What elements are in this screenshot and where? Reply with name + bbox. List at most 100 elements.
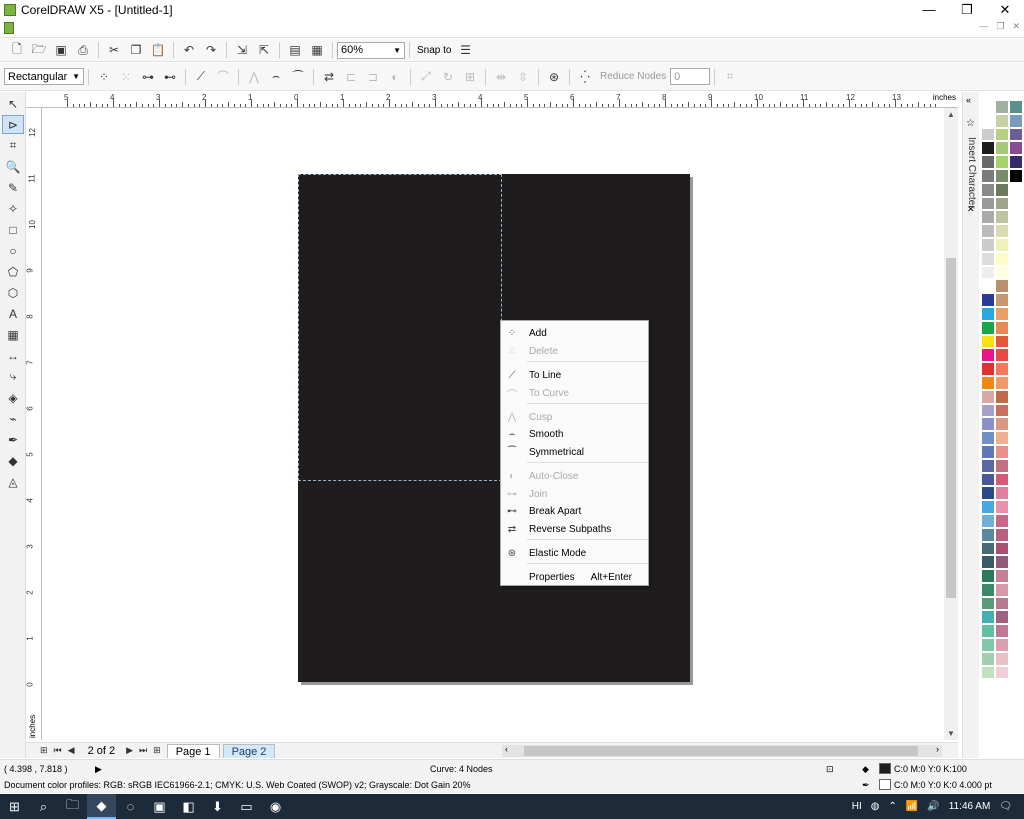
doc-close-button[interactable]: ✕ xyxy=(1012,21,1020,32)
scroll-up-icon[interactable]: ▲ xyxy=(947,110,955,119)
palette-swatch[interactable] xyxy=(1009,472,1023,487)
extend-curve-icon[interactable]: ⊏ xyxy=(341,68,361,86)
palette-swatch[interactable] xyxy=(995,375,1009,390)
palette-swatch[interactable] xyxy=(981,569,995,583)
palette-swatch[interactable] xyxy=(981,527,995,542)
palette-swatch[interactable] xyxy=(995,569,1009,583)
palette-swatch[interactable] xyxy=(995,582,1009,597)
basic-shapes-tool-icon[interactable]: ⬡ xyxy=(2,283,24,302)
prev-page-icon[interactable]: ◀ xyxy=(68,745,75,756)
crop-tool-icon[interactable]: ⌗ xyxy=(2,136,24,155)
curve-smoothness-field[interactable]: 0 xyxy=(670,68,711,85)
cusp-node-icon[interactable]: ⋀ xyxy=(244,68,264,86)
redo-icon[interactable]: ↷ xyxy=(201,41,221,59)
first-page-icon[interactable]: ⏮ xyxy=(54,745,62,756)
save-icon[interactable]: ▣ xyxy=(51,41,71,59)
palette-swatch[interactable] xyxy=(995,334,1009,349)
new-document-icon[interactable]: 🗋 xyxy=(7,41,27,59)
volume-icon[interactable]: 🔊 xyxy=(927,801,939,812)
palette-swatch[interactable] xyxy=(1009,444,1023,459)
search-icon[interactable]: ⌕ xyxy=(29,794,58,819)
palette-swatch[interactable] xyxy=(995,610,1009,625)
palette-swatch[interactable] xyxy=(995,196,1009,211)
palette-swatch[interactable] xyxy=(981,389,995,404)
palette-swatch[interactable] xyxy=(1009,362,1023,376)
palette-swatch[interactable] xyxy=(981,237,995,252)
palette-swatch[interactable] xyxy=(981,196,995,211)
palette-swatch[interactable] xyxy=(1009,582,1023,597)
palette-swatch[interactable] xyxy=(981,141,995,156)
dimension-tool-icon[interactable]: ↔ xyxy=(2,346,24,365)
palette-swatch[interactable] xyxy=(981,431,995,445)
palette-swatch[interactable] xyxy=(981,444,995,459)
palette-swatch[interactable] xyxy=(981,375,995,390)
ellipse-tool-icon[interactable]: ○ xyxy=(2,241,24,260)
outline-color-swatch[interactable] xyxy=(879,779,891,790)
selected-curve-outline[interactable] xyxy=(298,174,502,481)
palette-swatch[interactable] xyxy=(995,141,1009,156)
palette-swatch[interactable] xyxy=(1009,224,1023,238)
palette-swatch[interactable] xyxy=(995,320,1009,335)
palette-swatch[interactable] xyxy=(981,224,995,238)
snap-to-button[interactable]: Snap to xyxy=(417,45,451,56)
palette-swatch[interactable] xyxy=(995,444,1009,459)
palette-swatch[interactable] xyxy=(981,472,995,487)
palette-swatch[interactable] xyxy=(981,486,995,501)
palette-swatch[interactable] xyxy=(995,458,1009,473)
options-icon[interactable]: ☰ xyxy=(455,41,475,59)
horizontal-scroll-thumb[interactable] xyxy=(524,746,918,756)
palette-swatch[interactable] xyxy=(1009,431,1023,445)
palette-swatch[interactable] xyxy=(1009,320,1023,335)
context-menu-item[interactable]: ◐ Auto-Close xyxy=(501,467,648,485)
palette-swatch[interactable] xyxy=(995,513,1009,528)
palette-swatch[interactable] xyxy=(981,182,995,197)
palette-swatch[interactable] xyxy=(1009,293,1023,307)
reflect-v-icon[interactable]: ⇳ xyxy=(513,68,533,86)
notifications-icon[interactable]: 🗨 xyxy=(999,801,1012,812)
minimize-button[interactable]: — xyxy=(910,0,948,19)
palette-swatch[interactable] xyxy=(1009,665,1023,680)
context-menu-item[interactable]: ⌒ To Curve xyxy=(501,384,648,402)
palette-swatch[interactable] xyxy=(981,541,995,556)
palette-swatch[interactable] xyxy=(981,155,995,169)
palette-swatch[interactable] xyxy=(995,500,1009,514)
scroll-right-icon[interactable]: › xyxy=(936,744,939,754)
language-indicator[interactable]: HI xyxy=(852,801,862,812)
color-profiles-info[interactable]: Document color profiles: RGB: sRGB IEC61… xyxy=(4,780,471,790)
palette-swatch[interactable] xyxy=(1009,100,1023,114)
paste-icon[interactable]: 📋 xyxy=(148,41,168,59)
palette-swatch[interactable] xyxy=(981,500,995,514)
palette-swatch[interactable] xyxy=(1009,500,1023,514)
insert-character-docker-tab[interactable]: « ☆ Insert Character ✕ xyxy=(962,92,979,758)
palette-swatch[interactable] xyxy=(981,417,995,432)
palette-swatch[interactable] xyxy=(995,113,1009,128)
page-tab-2[interactable]: Page 2 xyxy=(222,743,276,758)
palette-swatch[interactable] xyxy=(1009,279,1023,294)
palette-swatch[interactable] xyxy=(1009,306,1023,321)
palette-swatch[interactable] xyxy=(1009,458,1023,473)
palette-swatch[interactable] xyxy=(995,237,1009,252)
palette-swatch[interactable] xyxy=(995,210,1009,225)
palette-swatch[interactable] xyxy=(981,513,995,528)
elastic-mode-icon[interactable]: ⊛ xyxy=(544,68,564,86)
horizontal-scrollbar[interactable]: ‹ › xyxy=(502,744,942,757)
tray-app-icon[interactable]: ◍ xyxy=(871,801,880,812)
docker-close-icon[interactable]: ✕ xyxy=(967,204,975,215)
palette-swatch[interactable] xyxy=(995,403,1009,418)
palette-swatch[interactable] xyxy=(981,265,995,280)
palette-swatch[interactable] xyxy=(981,334,995,349)
start-icon[interactable]: ⊞ xyxy=(0,794,29,819)
context-menu-item[interactable]: ⁘ Add xyxy=(501,324,648,342)
palette-swatch[interactable] xyxy=(981,320,995,335)
doc-restore-button[interactable]: ❐ xyxy=(996,21,1004,32)
freehand-tool-icon[interactable]: ✎ xyxy=(2,178,24,197)
palette-swatch[interactable] xyxy=(995,665,1009,680)
context-menu-item[interactable]: ⟋ To Line xyxy=(501,366,648,384)
document-icon[interactable] xyxy=(4,22,14,34)
network-icon[interactable]: 📶 xyxy=(906,801,918,812)
fill-color-swatch[interactable] xyxy=(879,763,891,774)
palette-swatch[interactable] xyxy=(995,182,1009,197)
polygon-tool-icon[interactable]: ⬠ xyxy=(2,262,24,281)
palette-swatch[interactable] xyxy=(1009,513,1023,528)
palette-swatch[interactable] xyxy=(1009,265,1023,280)
